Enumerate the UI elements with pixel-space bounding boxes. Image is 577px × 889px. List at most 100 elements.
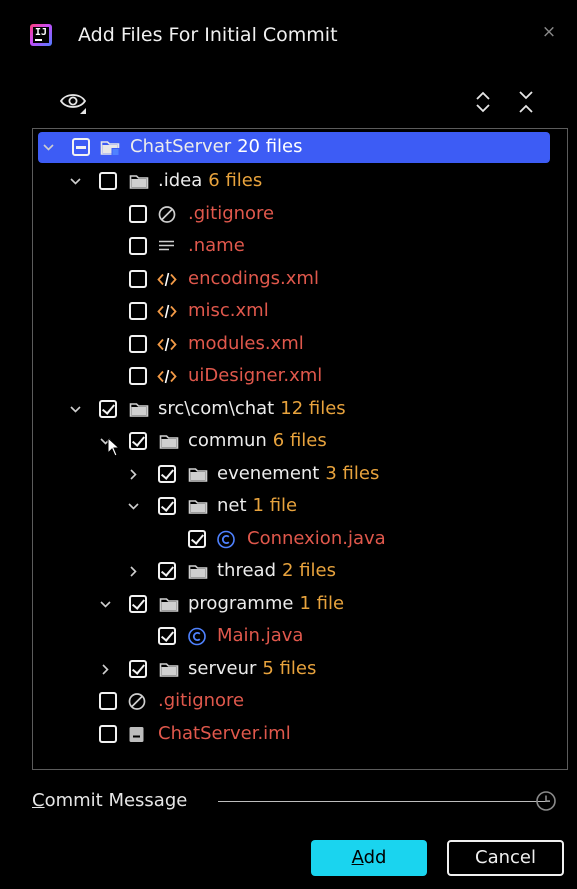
tree-label: evenement: [217, 463, 320, 484]
commit-label-text: ommit Message: [44, 790, 188, 811]
tree-label: uiDesigner.xml: [188, 365, 323, 386]
java-class-icon: [216, 530, 236, 549]
file-count: 1 file: [299, 593, 345, 614]
file-count: 5 files: [262, 658, 317, 679]
checkbox-evenement[interactable]: [158, 465, 176, 483]
chevron-down-icon[interactable]: [99, 598, 112, 611]
chevron-right-icon[interactable]: [127, 565, 140, 578]
xml-icon: [157, 367, 177, 386]
java-class-icon: [187, 627, 207, 646]
chevron-right-icon[interactable]: [127, 468, 140, 481]
collapse-all-icon[interactable]: [515, 90, 537, 114]
mnemonic-c: C: [32, 790, 45, 811]
dialog-title: Add Files For Initial Commit: [78, 24, 338, 46]
tree-row-idea[interactable]: .idea 6 files: [33, 166, 567, 196]
checkbox-connexion[interactable]: [188, 530, 206, 548]
file-count: 2 files: [282, 560, 336, 581]
tree-label: .gitignore: [188, 203, 275, 224]
tree-row-thread[interactable]: thread 2 files: [33, 556, 567, 586]
tree-label: serveur: [188, 658, 257, 679]
checkbox-commun[interactable]: [129, 432, 147, 450]
checkbox[interactable]: [129, 237, 147, 255]
tree-row-evenement[interactable]: evenement 3 files: [33, 459, 567, 489]
checkbox-idea[interactable]: [99, 172, 117, 190]
tree-row-programme[interactable]: programme 1 file: [33, 589, 567, 619]
folder-icon: [188, 562, 208, 581]
checkbox[interactable]: [129, 335, 147, 353]
tree-row-root[interactable]: ChatServer 20 files: [38, 132, 550, 163]
tree-row-encodings[interactable]: encodings.xml: [33, 264, 567, 294]
eye-icon[interactable]: [58, 90, 88, 116]
folder-icon: [188, 465, 208, 484]
text-file-icon: [157, 237, 177, 256]
tree-row-modules[interactable]: modules.xml: [33, 329, 567, 359]
tree-label: Connexion.java: [247, 528, 386, 549]
tree-row-src[interactable]: src\com\chat 12 files: [33, 394, 567, 424]
chevron-down-icon[interactable]: [42, 141, 55, 154]
checkbox-root[interactable]: [72, 138, 90, 156]
add-button[interactable]: Add: [311, 840, 427, 876]
folder-icon: [188, 497, 208, 516]
checkbox[interactable]: [99, 725, 117, 743]
tree-label: modules.xml: [188, 333, 304, 354]
checkbox-serveur[interactable]: [129, 660, 147, 678]
chevron-down-icon[interactable]: [69, 403, 82, 416]
chevron-right-icon[interactable]: [99, 663, 112, 676]
tree-label: net: [217, 495, 247, 516]
folder-icon: [159, 432, 179, 451]
tree-row-misc[interactable]: misc.xml: [33, 296, 567, 326]
module-folder-icon: [100, 141, 120, 156]
file-count: 20 files: [237, 136, 303, 157]
tree-row-idea-gitignore[interactable]: .gitignore: [33, 199, 567, 229]
mnemonic-a: A: [351, 847, 364, 868]
chevron-down-icon[interactable]: [127, 500, 140, 513]
commit-message-label: Commit Message: [32, 790, 187, 811]
cancel-button[interactable]: Cancel: [447, 840, 564, 876]
tree-label: .gitignore: [158, 690, 245, 711]
tree-row-main[interactable]: Main.java: [33, 621, 567, 651]
module-file-icon: [127, 725, 147, 744]
tree-label: commun: [188, 430, 267, 451]
xml-icon: [157, 302, 177, 321]
checkbox-src[interactable]: [99, 400, 117, 418]
ignore-icon: [157, 205, 177, 224]
tree-row-root-gitignore[interactable]: .gitignore: [33, 686, 567, 716]
intellij-logo-icon: IJ: [30, 24, 52, 46]
tree-label: ChatServer.iml: [158, 723, 291, 744]
ignore-icon: [127, 692, 147, 711]
tree-row-serveur[interactable]: serveur 5 files: [33, 654, 567, 684]
chevron-down-icon[interactable]: [69, 175, 82, 188]
tree-row-connexion[interactable]: Connexion.java: [33, 524, 567, 554]
tree-row-iml[interactable]: ChatServer.iml: [33, 719, 567, 749]
folder-icon: [159, 660, 179, 679]
xml-icon: [157, 335, 177, 354]
mouse-cursor-icon: [107, 437, 121, 457]
checkbox[interactable]: [129, 270, 147, 288]
close-icon[interactable]: ×: [539, 22, 559, 42]
clock-history-icon[interactable]: [535, 790, 557, 812]
tree-label: thread: [217, 560, 277, 581]
checkbox[interactable]: [129, 205, 147, 223]
add-label: dd: [363, 847, 387, 868]
file-count: 6 files: [272, 430, 327, 451]
checkbox-programme[interactable]: [129, 595, 147, 613]
tree-label: programme: [188, 593, 294, 614]
checkbox-main[interactable]: [158, 627, 176, 645]
tree-label: ChatServer: [130, 136, 232, 157]
tree-label: src\com\chat: [158, 398, 275, 419]
xml-icon: [157, 270, 177, 289]
tree-label: .name: [188, 235, 245, 256]
separator: [218, 801, 550, 802]
tree-row-idea-name[interactable]: .name: [33, 231, 567, 261]
file-count: 6 files: [208, 170, 263, 191]
tree-row-net[interactable]: net 1 file: [33, 491, 567, 521]
checkbox[interactable]: [129, 302, 147, 320]
folder-icon: [129, 172, 149, 191]
tree-label: .idea: [158, 170, 203, 191]
checkbox[interactable]: [129, 367, 147, 385]
checkbox-thread[interactable]: [158, 562, 176, 580]
tree-row-uidesigner[interactable]: uiDesigner.xml: [33, 361, 567, 391]
expand-all-icon[interactable]: [472, 90, 494, 114]
checkbox-net[interactable]: [158, 497, 176, 515]
checkbox[interactable]: [99, 692, 117, 710]
